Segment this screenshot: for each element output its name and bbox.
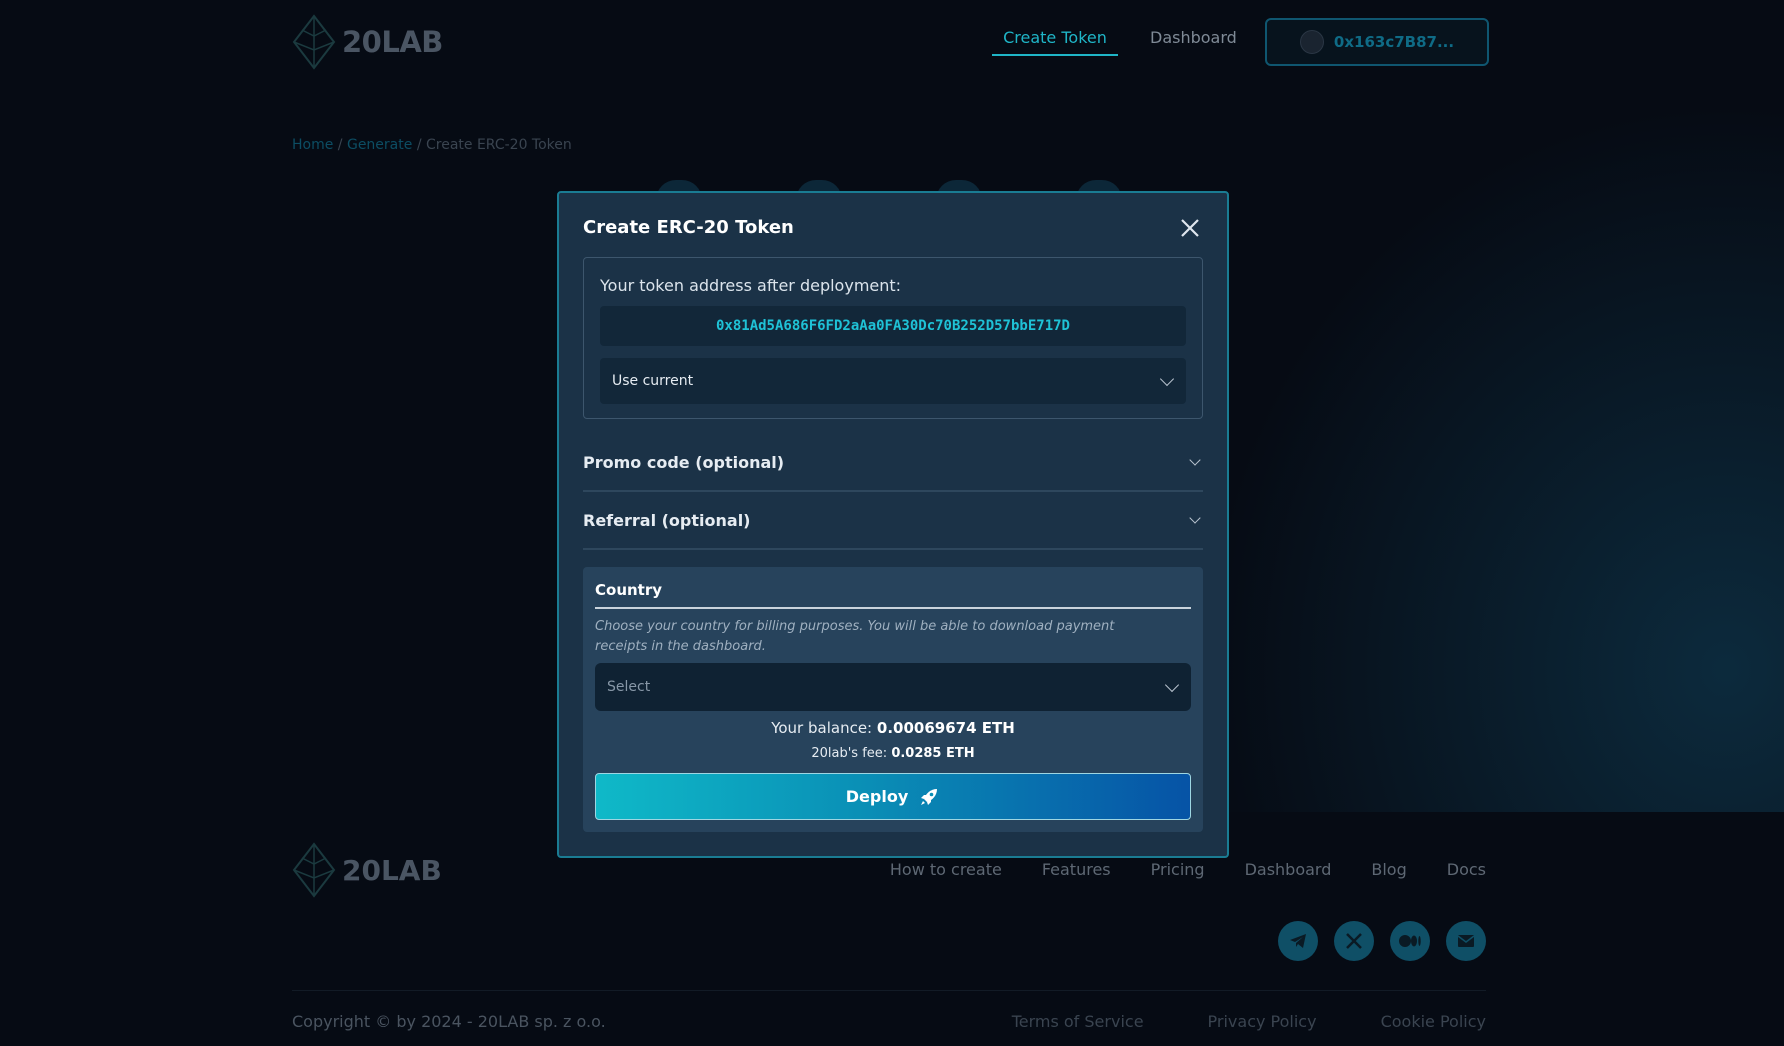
breadcrumb-home[interactable]: Home (292, 137, 333, 153)
country-description: Choose your country for billing purposes… (595, 619, 1115, 654)
legal-link-cookie[interactable]: Cookie Policy (1381, 1012, 1486, 1031)
country-select-placeholder: Select (607, 679, 651, 695)
footer-links: How to create Features Pricing Dashboard… (890, 860, 1486, 879)
legal-links: Terms of Service Privacy Policy Cookie P… (1012, 1012, 1486, 1031)
create-token-modal: Create ERC-20 Token Your token address a… (557, 191, 1229, 858)
balance-line: Your balance: 0.00069674 ETH (583, 719, 1203, 737)
logo-icon (292, 14, 336, 70)
header: 20LAB Create Token Dashboard 0x163c7B87.… (0, 0, 1784, 84)
referral-label: Referral (optional) (583, 510, 751, 530)
promo-code-label: Promo code (optional) (583, 452, 785, 472)
deploy-label: Deploy (845, 787, 909, 806)
token-address-label: Your token address after deployment: (600, 276, 902, 295)
footer-link-blog[interactable]: Blog (1371, 860, 1406, 879)
footer-divider (292, 990, 1486, 991)
deploy-button[interactable]: Deploy (595, 773, 1191, 820)
email-icon[interactable] (1446, 921, 1486, 961)
fee-line: 20lab's fee: 0.0285 ETH (583, 746, 1203, 761)
footer-logo[interactable]: 20LAB (292, 842, 442, 898)
country-title: Country (595, 581, 1191, 609)
fee-value: 0.0285 ETH (891, 746, 975, 761)
chevron-down-icon (1189, 454, 1201, 466)
wallet-address: 0x163c7B87... (1333, 33, 1455, 51)
rocket-icon (921, 788, 938, 805)
logo-text: 20LAB (342, 25, 443, 59)
referral-accordion[interactable]: Referral (optional) (583, 492, 1203, 550)
background-glow (1200, 100, 1784, 812)
breadcrumb-current: Create ERC-20 Token (425, 137, 572, 153)
breadcrumb-separator: / (337, 137, 343, 153)
breadcrumb-separator: / (416, 137, 422, 153)
logo[interactable]: 20LAB (292, 14, 443, 70)
close-icon[interactable] (1179, 217, 1201, 239)
footer-link-pricing[interactable]: Pricing (1151, 860, 1205, 879)
footer-link-dashboard[interactable]: Dashboard (1245, 860, 1332, 879)
chain-icon (1299, 30, 1324, 54)
balance-value: 0.00069674 ETH (876, 719, 1015, 737)
modal-title: Create ERC-20 Token (583, 217, 794, 238)
address-option-select[interactable]: Use current (600, 358, 1186, 404)
token-address-value: 0x81Ad5A686F6FD2aAa0FA30Dc70B252D57bbE71… (600, 306, 1186, 346)
logo-icon (292, 842, 336, 898)
x-icon[interactable] (1334, 921, 1374, 961)
chevron-down-icon (1159, 371, 1175, 387)
legal-link-terms[interactable]: Terms of Service (1012, 1012, 1144, 1031)
wallet-button[interactable]: 0x163c7B87... (1265, 18, 1489, 66)
chevron-down-icon (1164, 677, 1180, 693)
footer-link-docs[interactable]: Docs (1447, 860, 1486, 879)
footer-link-features[interactable]: Features (1042, 860, 1111, 879)
breadcrumb-generate[interactable]: Generate (347, 137, 412, 153)
fee-label: 20lab's fee: (811, 746, 888, 761)
country-card: Country Choose your country for billing … (583, 567, 1203, 832)
telegram-icon[interactable] (1278, 921, 1318, 961)
footer-link-how-to-create[interactable]: How to create (890, 860, 1002, 879)
legal-link-privacy[interactable]: Privacy Policy (1208, 1012, 1317, 1031)
medium-icon[interactable] (1390, 921, 1430, 961)
nav-create-token[interactable]: Create Token (992, 28, 1118, 56)
balance-label: Your balance: (771, 719, 873, 737)
country-select[interactable]: Select (595, 663, 1191, 711)
breadcrumb: Home / Generate / Create ERC-20 Token (292, 137, 572, 153)
address-option-value: Use current (612, 373, 694, 389)
token-address-card: Your token address after deployment: 0x8… (583, 257, 1203, 419)
chevron-down-icon (1189, 512, 1201, 524)
social-links (1278, 921, 1486, 961)
copyright: Copyright © by 2024 - 20LAB sp. z o.o. (292, 1012, 606, 1031)
nav-dashboard[interactable]: Dashboard (1150, 28, 1237, 47)
promo-code-accordion[interactable]: Promo code (optional) (583, 434, 1203, 492)
footer-logo-text: 20LAB (342, 853, 442, 887)
